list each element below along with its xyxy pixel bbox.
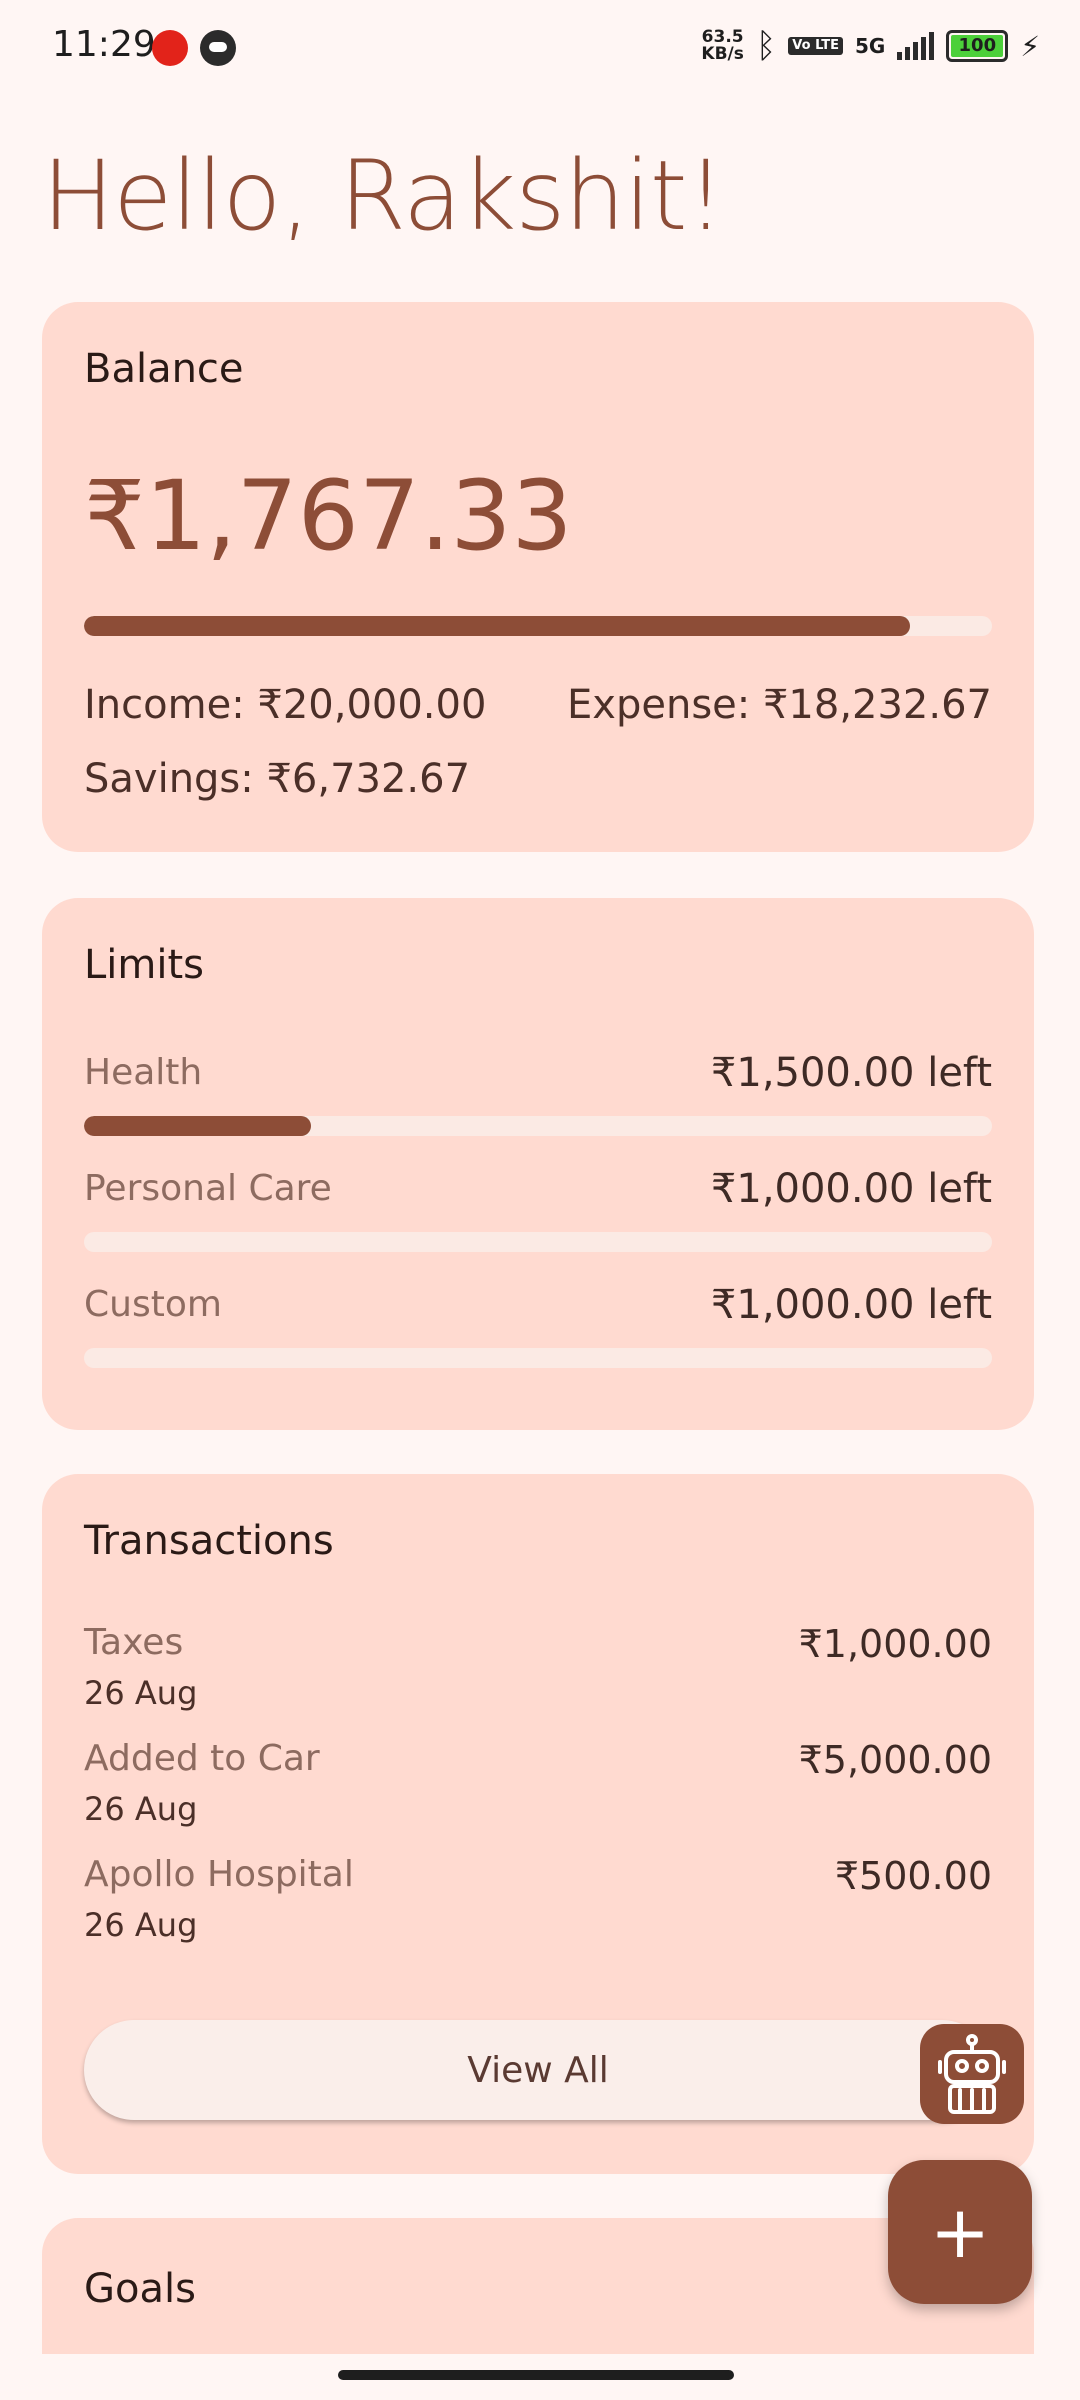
expense-stat: Expense: ₹18,232.67: [567, 682, 992, 728]
battery-icon: 100: [946, 30, 1009, 62]
transaction-amount: ₹5,000.00: [798, 1738, 992, 1782]
assistant-app-icon: [200, 30, 236, 66]
savings-stat: Savings: ₹6,732.67: [84, 756, 471, 802]
transaction-name[interactable]: Taxes: [84, 1622, 183, 1663]
add-transaction-button[interactable]: +: [888, 2160, 1032, 2304]
limits-card[interactable]: Limits Health ₹1,500.00 left Personal Ca…: [42, 898, 1034, 1430]
airtel-app-icon: [152, 30, 188, 66]
transactions-title: Transactions: [84, 1518, 334, 1564]
balance-amount: ₹1,767.33: [84, 460, 573, 572]
goals-title: Goals: [84, 2266, 196, 2312]
balance-progress-bar: [84, 616, 911, 636]
limit-progress-track: [84, 1232, 992, 1252]
limit-name: Personal Care: [84, 1168, 332, 1209]
status-bar: 11:29 63.5 KB/s ᛒ Vo LTE 5G 100 ⚡: [0, 0, 1080, 96]
limit-progress-track: [84, 1348, 992, 1368]
transaction-date: 26 Aug: [84, 1674, 198, 1712]
greeting-title: Hello, Rakshit!: [42, 140, 725, 252]
bluetooth-icon: ᛒ: [755, 26, 777, 66]
limit-name: Custom: [84, 1284, 222, 1325]
network-speed-unit: KB/s: [701, 44, 744, 64]
battery-level: 100: [958, 35, 997, 56]
income-stat: Income: ₹20,000.00: [84, 682, 487, 728]
balance-title: Balance: [84, 346, 244, 392]
assistant-button[interactable]: [920, 2024, 1024, 2124]
limit-progress-track: [84, 1116, 992, 1136]
transaction-amount: ₹500.00: [834, 1854, 992, 1898]
volte-badge: Vo LTE: [788, 37, 843, 55]
plus-icon: +: [929, 2190, 991, 2274]
limit-progress-bar: [84, 1116, 311, 1136]
network-speed: 63.5 KB/s: [701, 29, 743, 63]
transaction-amount: ₹1,000.00: [798, 1622, 992, 1666]
transaction-date: 26 Aug: [84, 1906, 198, 1944]
transactions-card[interactable]: Transactions Taxes 26 Aug ₹1,000.00 Adde…: [42, 1474, 1034, 2174]
transaction-name[interactable]: Added to Car: [84, 1738, 320, 1779]
balance-progress-track: [84, 616, 992, 636]
limit-remaining: ₹1,000.00 left: [710, 1166, 992, 1212]
home-indicator[interactable]: [338, 2370, 734, 2380]
balance-card[interactable]: Balance ₹1,767.33 Income: ₹20,000.00 Exp…: [42, 302, 1034, 852]
limits-title: Limits: [84, 942, 204, 988]
signal-icon: [897, 32, 935, 60]
limit-name: Health: [84, 1052, 203, 1093]
transaction-name[interactable]: Apollo Hospital: [84, 1854, 354, 1895]
transaction-date: 26 Aug: [84, 1790, 198, 1828]
view-all-button[interactable]: View All: [84, 2020, 992, 2120]
status-icons: 63.5 KB/s ᛒ Vo LTE 5G 100 ⚡: [701, 26, 1040, 66]
robot-icon: [938, 2034, 1006, 2114]
charging-icon: ⚡: [1020, 29, 1040, 63]
limit-remaining: ₹1,500.00 left: [710, 1050, 992, 1096]
status-time: 11:29: [52, 24, 156, 65]
network-type: 5G: [854, 34, 886, 58]
limit-remaining: ₹1,000.00 left: [710, 1282, 992, 1328]
